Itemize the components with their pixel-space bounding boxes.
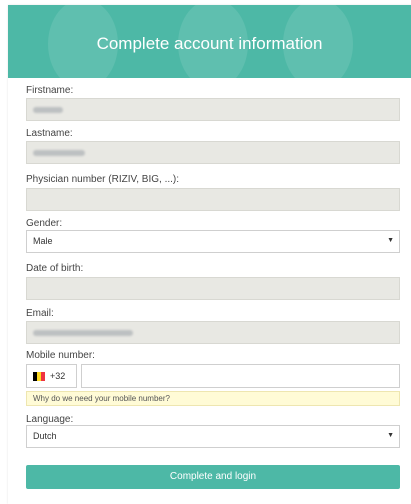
email-label: Email: [26,308,54,319]
account-form-card: Complete account information Firstname: … [8,5,411,504]
belgium-flag-icon [33,372,45,381]
country-code-selector[interactable]: +32 [26,364,77,388]
gender-value: Male [33,236,53,246]
country-code: +32 [50,371,66,381]
language-label: Language: [26,414,74,425]
language-value: Dutch [33,431,57,441]
caret-down-icon: ▼ [387,237,394,244]
mobile-number-input[interactable] [81,364,400,388]
firstname-field[interactable] [26,98,400,121]
redacted-text [33,330,133,336]
form-header: Complete account information [8,5,411,78]
mobile-number-label: Mobile number: [26,350,95,361]
email-field[interactable] [26,321,400,344]
caret-down-icon: ▼ [387,432,394,439]
date-of-birth-label: Date of birth: [26,263,84,274]
gender-select[interactable]: Male ▼ [26,230,400,253]
complete-and-login-button[interactable]: Complete and login [26,465,400,489]
physician-number-label: Physician number (RIZIV, BIG, ...): [26,174,180,185]
date-of-birth-field[interactable] [26,277,400,300]
redacted-text [33,107,63,113]
language-select[interactable]: Dutch ▼ [26,425,400,448]
lastname-field[interactable] [26,141,400,164]
firstname-label: Firstname: [26,85,74,96]
page-title: Complete account information [96,34,323,53]
mobile-hint: Why do we need your mobile number? [26,391,400,406]
redacted-text [33,150,85,156]
gender-label: Gender: [26,218,63,229]
lastname-label: Lastname: [26,128,73,139]
physician-number-field[interactable] [26,188,400,211]
